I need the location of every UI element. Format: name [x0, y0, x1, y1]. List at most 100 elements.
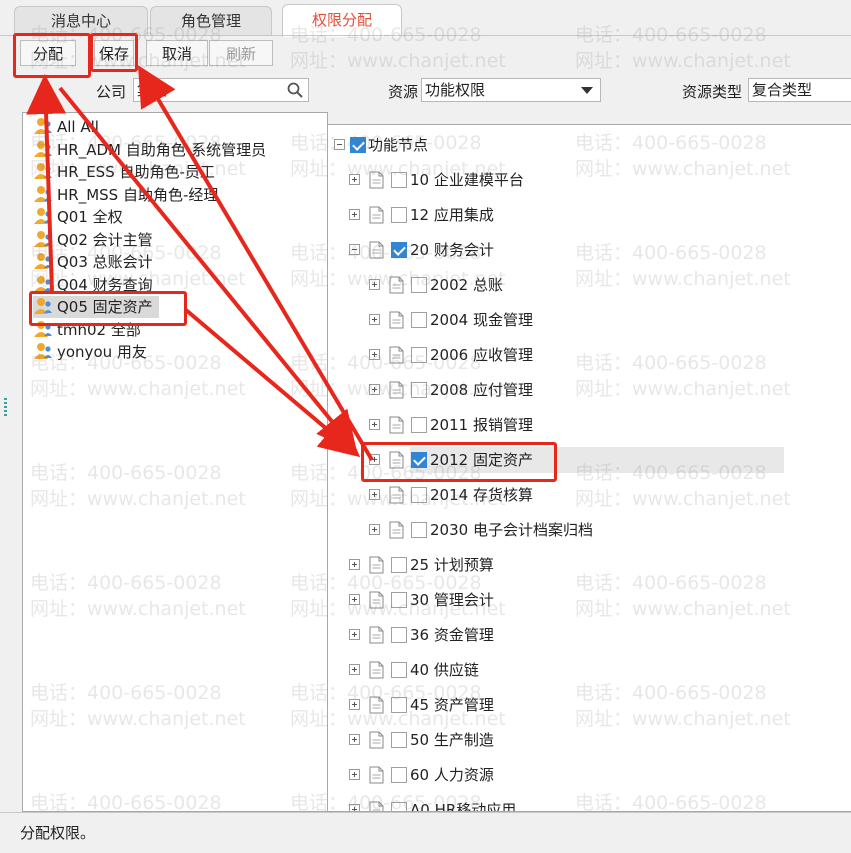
- node-checkbox[interactable]: [391, 627, 407, 643]
- tree-node[interactable]: 45 资产管理: [328, 692, 851, 718]
- role-item[interactable]: Q05 固定资产: [33, 296, 159, 318]
- tree-node[interactable]: 36 资金管理: [328, 622, 851, 648]
- tree-node-label: 2014 存货核算: [430, 486, 533, 504]
- node-checkbox[interactable]: [391, 242, 407, 258]
- panel-resize-handle[interactable]: [4, 398, 7, 416]
- expand-icon[interactable]: [349, 769, 360, 780]
- save-button[interactable]: 保存: [94, 40, 134, 66]
- tree-node[interactable]: 2008 应付管理: [328, 377, 851, 403]
- tree-node[interactable]: 25 计划预算: [328, 552, 851, 578]
- role-item[interactable]: Q03 总账会计: [33, 251, 153, 273]
- collapse-icon[interactable]: [349, 244, 360, 255]
- role-item-label: Q04 财务查询: [57, 275, 153, 294]
- node-checkbox[interactable]: [391, 557, 407, 573]
- function-tree-panel[interactable]: 功能节点 10 企业建模平台 12 应用集成 20 财务会计 2002 总账 2004 现…: [327, 124, 851, 812]
- role-item[interactable]: yonyou 用友: [33, 341, 147, 363]
- role-user-icon: [34, 275, 52, 292]
- role-list-panel[interactable]: All All HR_ADM 自助角色-系统管理员 HR_ESS 自助角色-员工 HR…: [22, 112, 328, 812]
- tree-node[interactable]: 2002 总账: [328, 272, 851, 298]
- tree-node-label: 50 生产制造: [410, 731, 494, 749]
- tree-node[interactable]: 2012 固定资产: [369, 447, 784, 473]
- node-checkbox[interactable]: [391, 802, 407, 811]
- cancel-button[interactable]: 取消: [146, 40, 208, 66]
- expand-icon[interactable]: [369, 384, 380, 395]
- node-checkbox[interactable]: [411, 522, 427, 538]
- node-checkbox[interactable]: [391, 767, 407, 783]
- node-checkbox[interactable]: [391, 732, 407, 748]
- expand-icon[interactable]: [349, 594, 360, 605]
- root-checkbox[interactable]: [350, 137, 366, 153]
- node-checkbox[interactable]: [411, 487, 427, 503]
- expand-icon[interactable]: [369, 279, 380, 290]
- tree-node[interactable]: 60 人力资源: [328, 762, 851, 788]
- node-checkbox[interactable]: [391, 172, 407, 188]
- expand-icon[interactable]: [369, 314, 380, 325]
- tab-role-management[interactable]: 角色管理: [150, 6, 272, 35]
- node-checkbox[interactable]: [411, 312, 427, 328]
- expand-icon[interactable]: [349, 559, 360, 570]
- tree-node[interactable]: 50 生产制造: [328, 727, 851, 753]
- role-item[interactable]: HR_ESS 自助角色-员工: [33, 161, 215, 183]
- role-item-label: tmh02 全部: [57, 320, 141, 339]
- expand-icon[interactable]: [369, 454, 380, 465]
- document-icon: [369, 626, 384, 644]
- tab-message-center[interactable]: 消息中心: [14, 6, 148, 35]
- tree-node[interactable]: 2030 电子会计档案归档: [328, 517, 851, 543]
- resource-type-select[interactable]: 复合类型: [748, 78, 851, 102]
- document-icon: [389, 346, 404, 364]
- expand-icon[interactable]: [369, 489, 380, 500]
- node-checkbox[interactable]: [411, 382, 427, 398]
- tree-node-label: 45 资产管理: [410, 696, 494, 714]
- company-input[interactable]: 集团: [133, 78, 309, 102]
- role-item[interactable]: Q01 全权: [33, 206, 123, 228]
- collapse-icon[interactable]: [334, 139, 345, 150]
- tree-node[interactable]: 12 应用集成: [328, 202, 851, 228]
- tree-node[interactable]: 30 管理会计: [328, 587, 851, 613]
- assign-button[interactable]: 分配: [20, 40, 76, 66]
- node-checkbox[interactable]: [391, 207, 407, 223]
- node-checkbox[interactable]: [411, 417, 427, 433]
- node-checkbox[interactable]: [391, 662, 407, 678]
- expand-icon[interactable]: [369, 349, 380, 360]
- resource-select[interactable]: 功能权限: [421, 78, 601, 102]
- refresh-button[interactable]: 刷新: [209, 40, 273, 66]
- node-checkbox[interactable]: [391, 697, 407, 713]
- expand-icon[interactable]: [349, 804, 360, 811]
- expand-icon[interactable]: [369, 524, 380, 535]
- expand-icon[interactable]: [349, 174, 360, 185]
- role-user-icon: [34, 230, 52, 247]
- tree-node[interactable]: 2006 应收管理: [328, 342, 851, 368]
- expand-icon[interactable]: [349, 734, 360, 745]
- role-user-icon: [34, 320, 52, 337]
- tree-node[interactable]: A0 HR移动应用: [328, 797, 851, 811]
- tree-node[interactable]: 10 企业建模平台: [328, 167, 851, 193]
- role-item[interactable]: tmh02 全部: [33, 319, 141, 341]
- role-item[interactable]: HR_MSS 自助角色-经理: [33, 184, 218, 206]
- role-item[interactable]: All All: [33, 116, 99, 138]
- expand-icon[interactable]: [349, 209, 360, 220]
- tree-node[interactable]: 2004 现金管理: [328, 307, 851, 333]
- role-user-icon: [34, 118, 52, 134]
- node-checkbox[interactable]: [411, 452, 427, 468]
- role-item-label: All All: [57, 118, 99, 136]
- search-icon[interactable]: [286, 81, 304, 99]
- tree-node[interactable]: 2014 存货核算: [328, 482, 851, 508]
- node-checkbox[interactable]: [391, 592, 407, 608]
- expand-icon[interactable]: [349, 699, 360, 710]
- document-icon: [389, 416, 404, 434]
- node-checkbox[interactable]: [411, 277, 427, 293]
- tab-permission-assign[interactable]: 权限分配: [282, 4, 402, 37]
- tree-node-label: 2006 应收管理: [430, 346, 533, 364]
- tree-node[interactable]: 20 财务会计: [328, 237, 851, 263]
- node-checkbox[interactable]: [411, 347, 427, 363]
- expand-icon[interactable]: [349, 664, 360, 675]
- tree-node[interactable]: 2011 报销管理: [328, 412, 851, 438]
- role-item[interactable]: HR_ADM 自助角色-系统管理员: [33, 139, 266, 161]
- tree-node[interactable]: 40 供应链: [328, 657, 851, 683]
- role-item[interactable]: Q02 会计主管: [33, 229, 153, 251]
- expand-icon[interactable]: [349, 629, 360, 640]
- role-item[interactable]: Q04 财务查询: [33, 274, 153, 296]
- expand-icon[interactable]: [369, 419, 380, 430]
- tree-root[interactable]: 功能节点: [328, 132, 851, 158]
- dropdown-arrow-icon[interactable]: [578, 81, 596, 99]
